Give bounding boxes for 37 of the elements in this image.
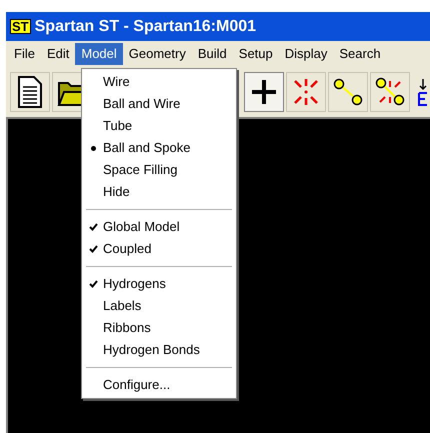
- menu-option[interactable]: Hydrogens: [82, 273, 236, 295]
- menu-item[interactable]: Build: [192, 43, 233, 65]
- app-logo: ST: [10, 19, 31, 34]
- break-bond-icon: [375, 77, 405, 107]
- menu-option[interactable]: Wire: [82, 71, 236, 93]
- menu-item[interactable]: Display: [278, 43, 334, 65]
- menu-item[interactable]: Edit: [40, 43, 76, 65]
- checkmark-icon: [88, 245, 98, 253]
- menu-option[interactable]: Ribbons: [82, 317, 236, 339]
- menu-option[interactable]: Ball and Wire: [82, 93, 236, 115]
- menu-item[interactable]: Model: [75, 43, 123, 65]
- menu-option[interactable]: Labels: [82, 295, 236, 317]
- checkmark-icon: [88, 280, 98, 288]
- menu-option[interactable]: Global Model: [82, 216, 236, 238]
- menu-option[interactable]: Hide: [82, 181, 236, 203]
- menu-item[interactable]: Setup: [232, 43, 279, 65]
- bullet-icon: [90, 146, 96, 150]
- window-title: Spartan ST - Spartan16:M001: [34, 16, 256, 36]
- menu-option[interactable]: Configure...: [82, 374, 236, 396]
- checkmark-icon: [88, 223, 98, 231]
- menu-option[interactable]: Hydrogen Bonds: [82, 339, 236, 361]
- menu-option[interactable]: Ball and Spoke: [82, 137, 236, 159]
- document-icon: [17, 75, 43, 109]
- bond-icon: [333, 78, 363, 106]
- toolbar-button[interactable]: [244, 72, 284, 112]
- menu-option[interactable]: Tube: [82, 115, 236, 137]
- menu-item[interactable]: Geometry: [122, 43, 192, 65]
- arrow-letter-icon: [418, 77, 428, 107]
- toolbar-button[interactable]: [328, 72, 368, 112]
- menu-item[interactable]: Search: [333, 43, 387, 65]
- toolbar-button[interactable]: [10, 72, 50, 112]
- plus-icon: [251, 79, 277, 105]
- menu-item[interactable]: File: [8, 43, 41, 65]
- menu-option[interactable]: Space Filling: [82, 159, 236, 181]
- burst-icon: [292, 78, 320, 106]
- menu-option[interactable]: Coupled: [82, 238, 236, 260]
- toolbar-button[interactable]: [370, 72, 410, 112]
